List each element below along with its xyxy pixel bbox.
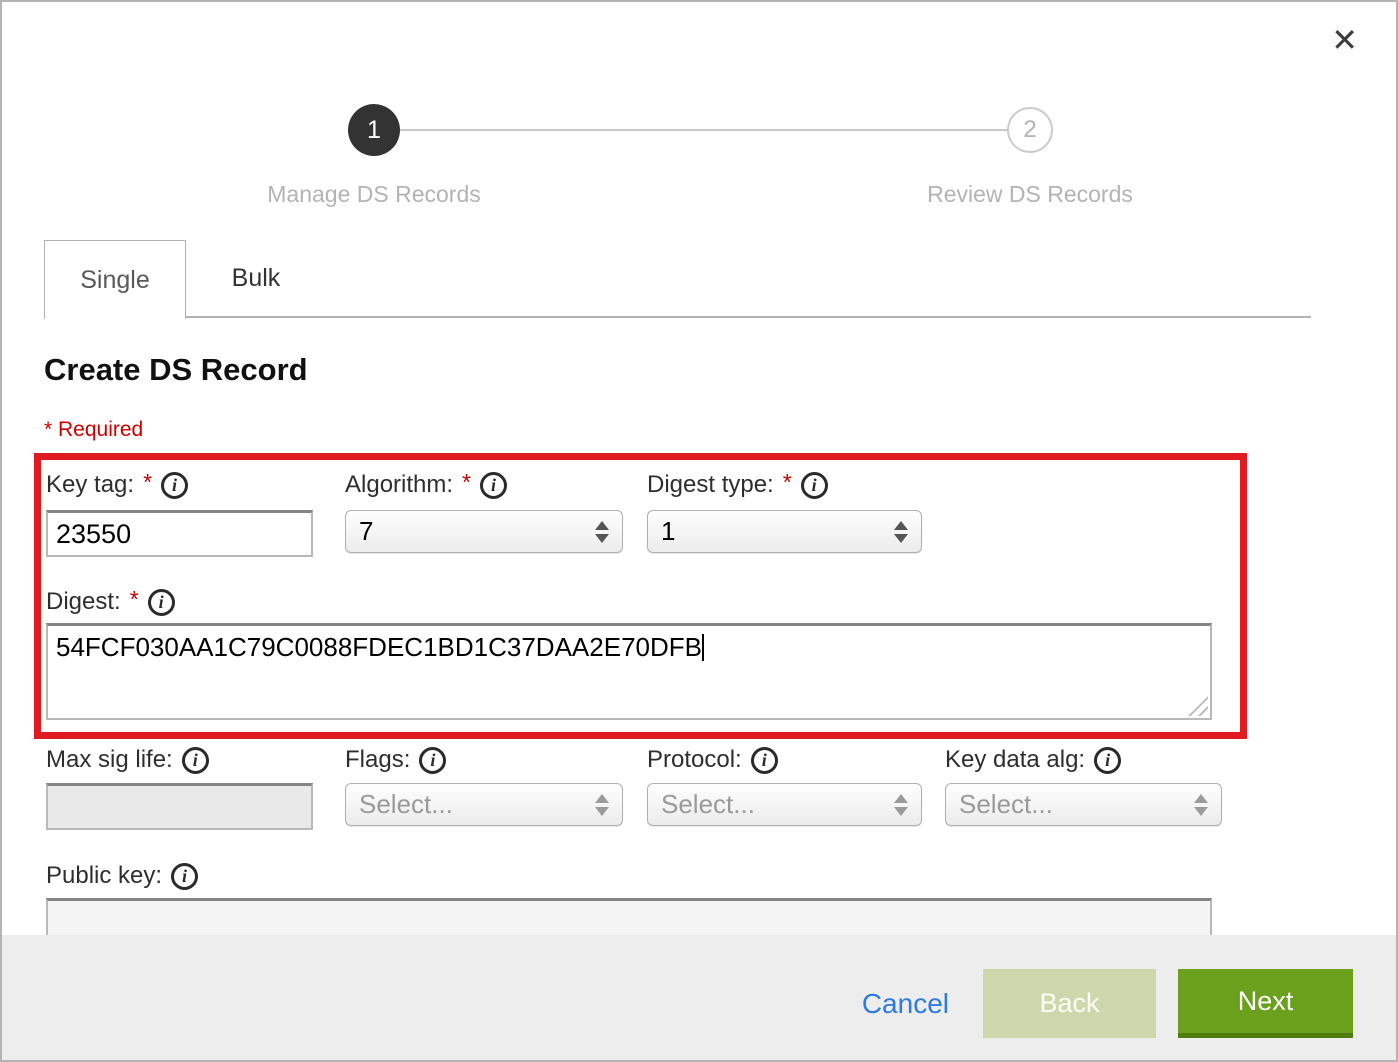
info-icon[interactable]: i [480,472,507,499]
page-title: Create DS Record [44,352,308,388]
info-icon[interactable]: i [419,747,446,774]
close-icon[interactable]: ✕ [1331,24,1358,56]
next-button-label: Next [1238,986,1294,1017]
tab-single[interactable]: Single [44,240,186,319]
info-icon[interactable]: i [161,472,188,499]
algorithm-selected-value: 7 [359,516,587,547]
tab-bulk-label: Bulk [232,264,281,293]
required-note: * Required [44,418,143,442]
algorithm-label-text: Algorithm: [345,471,453,499]
info-icon[interactable]: i [182,747,209,774]
info-glyph: i [491,475,496,496]
public-key-label-text: Public key: [46,862,162,890]
key-tag-label: Key tag: * i [46,469,188,501]
tab-bulk[interactable]: Bulk [186,240,326,316]
public-key-label: Public key: i [46,860,198,892]
info-glyph: i [159,592,164,613]
select-arrows-icon [595,794,609,816]
resize-grip-icon[interactable] [1188,696,1208,716]
select-arrows-icon [894,794,908,816]
info-icon[interactable]: i [1094,747,1121,774]
modal-footer: Cancel Back Next [2,935,1396,1060]
protocol-select[interactable]: Select... [647,783,922,826]
digest-value: 54FCF030AA1C79C0088FDEC1BD1C37DAA2E70DFB [56,632,702,662]
info-glyph: i [762,750,767,771]
cancel-button[interactable]: Cancel [862,988,949,1020]
max-sig-life-input[interactable] [46,783,313,830]
required-asterisk: * [143,469,152,496]
flags-placeholder: Select... [359,789,587,820]
key-data-alg-label-text: Key data alg: [945,746,1085,774]
required-asterisk: * [130,586,139,613]
step-2-number: 2 [1023,116,1036,144]
key-data-alg-label: Key data alg: i [945,744,1121,776]
select-arrows-icon [595,521,609,543]
protocol-label: Protocol: i [647,744,778,776]
key-data-alg-placeholder: Select... [959,789,1186,820]
select-arrows-icon [894,521,908,543]
protocol-placeholder: Select... [661,789,886,820]
stepper-connector-line [400,129,1007,131]
info-glyph: i [430,750,435,771]
step-2-label: Review DS Records [900,181,1160,208]
digest-type-label: Digest type: * i [647,469,828,501]
create-ds-record-modal: ✕ 1 2 Manage DS Records Review DS Record… [0,0,1398,1062]
protocol-label-text: Protocol: [647,746,742,774]
step-1-label: Manage DS Records [244,181,504,208]
tab-bar: Single Bulk [44,240,1311,318]
info-icon[interactable]: i [148,589,175,616]
back-button-label: Back [1039,988,1099,1019]
digest-label-text: Digest: [46,588,121,616]
info-icon[interactable]: i [751,747,778,774]
required-asterisk: * [462,469,471,496]
max-sig-life-label-text: Max sig life: [46,746,173,774]
info-glyph: i [1105,750,1110,771]
flags-select[interactable]: Select... [345,783,623,826]
stepper-step-2: 2 [1007,107,1053,153]
key-tag-input[interactable] [46,510,313,557]
info-glyph: i [182,866,187,887]
digest-type-selected-value: 1 [661,516,886,547]
info-glyph: i [812,475,817,496]
back-button[interactable]: Back [983,969,1156,1038]
max-sig-life-label: Max sig life: i [46,744,209,776]
text-cursor [702,634,704,661]
info-icon[interactable]: i [171,863,198,890]
info-glyph: i [193,750,198,771]
tab-single-label: Single [80,266,150,295]
digest-type-label-text: Digest type: [647,471,774,499]
select-arrows-icon [1194,794,1208,816]
key-data-alg-select[interactable]: Select... [945,783,1222,826]
info-glyph: i [172,475,177,496]
required-asterisk: * [783,469,792,496]
key-tag-label-text: Key tag: [46,471,134,499]
next-button[interactable]: Next [1178,969,1353,1038]
stepper-step-1: 1 [348,104,400,156]
digest-label: Digest: * i [46,586,175,618]
digest-textarea[interactable]: 54FCF030AA1C79C0088FDEC1BD1C37DAA2E70DFB [46,623,1212,720]
flags-label: Flags: i [345,744,446,776]
digest-type-select[interactable]: 1 [647,510,922,553]
step-1-number: 1 [367,116,381,145]
flags-label-text: Flags: [345,746,410,774]
algorithm-label: Algorithm: * i [345,469,507,501]
info-icon[interactable]: i [801,472,828,499]
algorithm-select[interactable]: 7 [345,510,623,553]
